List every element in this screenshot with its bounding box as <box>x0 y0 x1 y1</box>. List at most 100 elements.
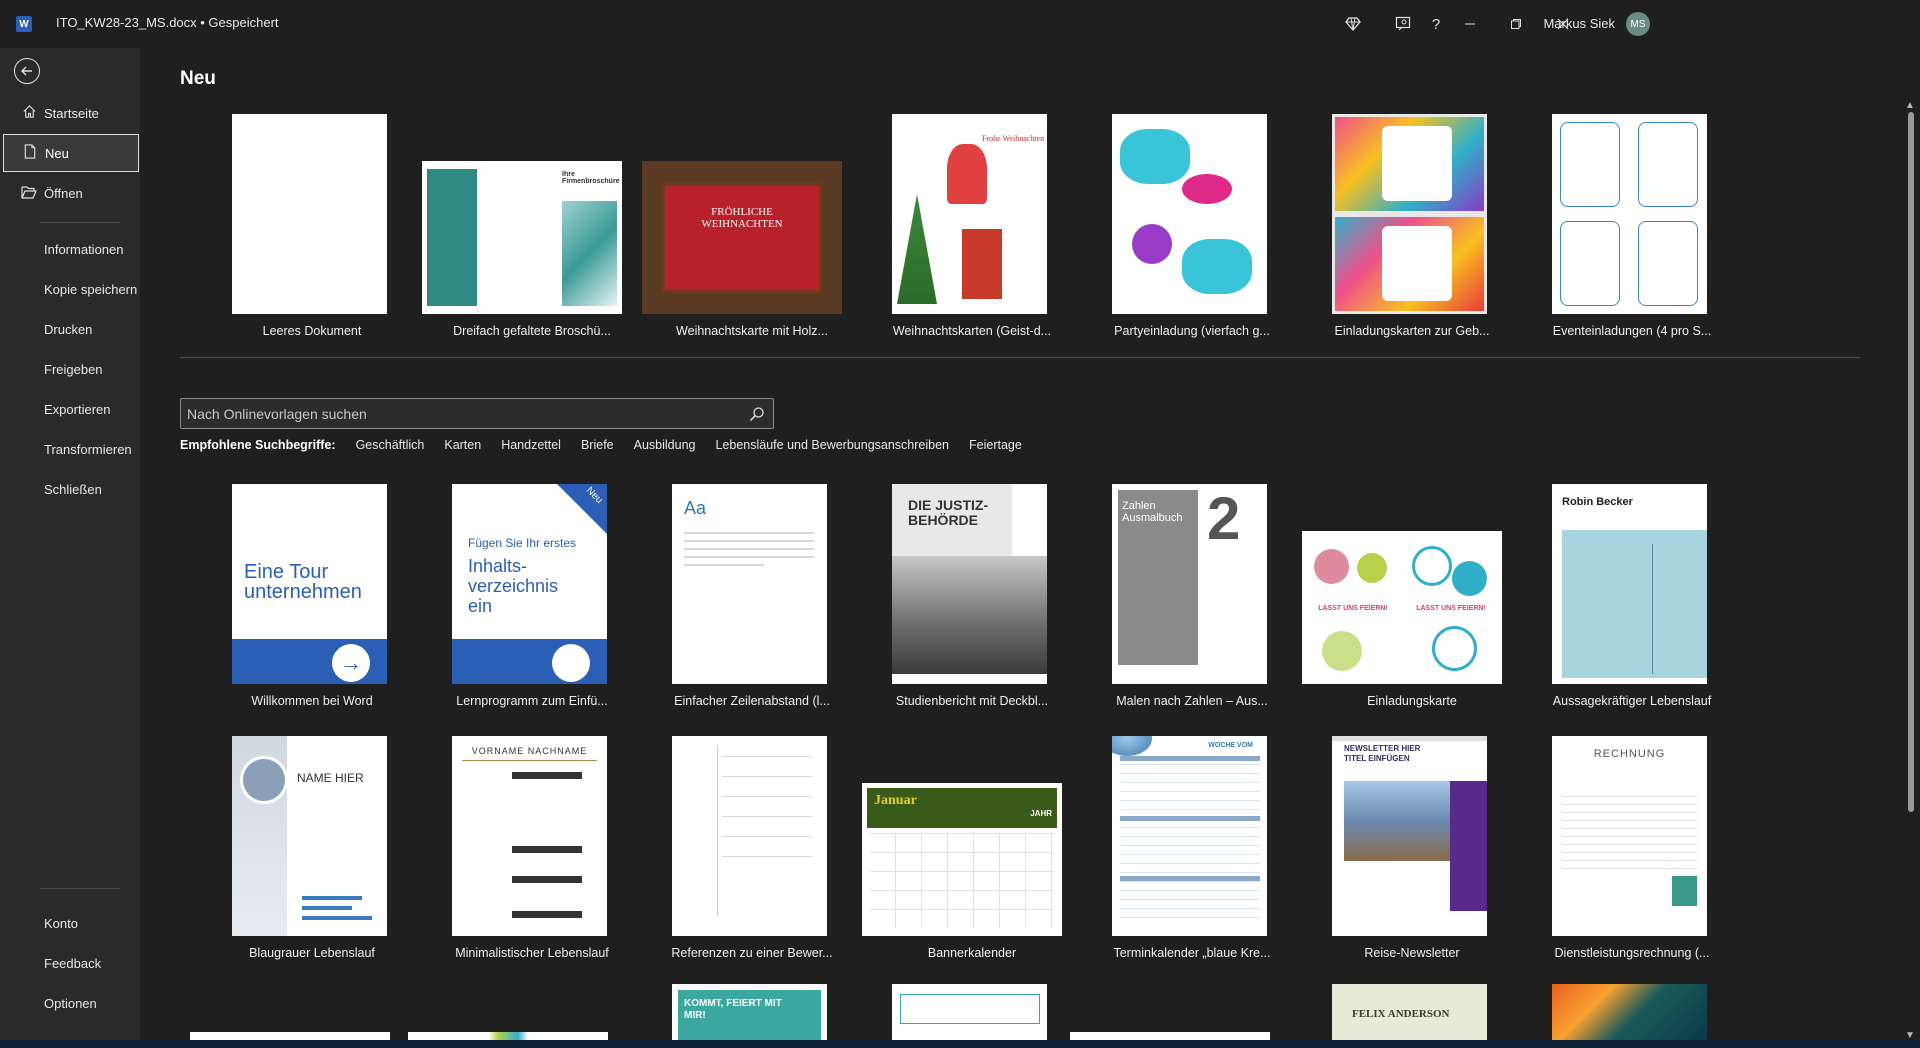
restore-icon[interactable] <box>1504 12 1528 36</box>
nav-item-transformieren[interactable]: Transformieren <box>0 430 140 468</box>
nav-item-konto[interactable]: Konto <box>0 904 140 942</box>
suggested-term[interactable]: Briefe <box>581 438 614 458</box>
template-card-partial[interactable] <box>190 1032 410 1040</box>
suggested-term[interactable]: Karten <box>444 438 481 458</box>
nav-item-oeffnen[interactable]: Öffnen <box>0 174 140 212</box>
minimize-icon[interactable] <box>1458 12 1482 36</box>
user-avatar[interactable]: MS <box>1626 12 1650 36</box>
template-thumbnail: VORNAME NACHNAME <box>452 736 607 936</box>
template-card-references[interactable]: Referenzen zu einer Bewer... <box>642 736 862 966</box>
nav-item-informationen[interactable]: Informationen <box>0 230 140 268</box>
template-card-partial[interactable] <box>1070 1032 1290 1040</box>
template-label: Lernprogramm zum Einfü... <box>456 694 608 708</box>
template-card-banner-calendar[interactable]: Januar JAHR Bannerkalender <box>862 736 1082 966</box>
nav-item-neu[interactable]: Neu <box>3 134 139 172</box>
nav-item-exportieren[interactable]: Exportieren <box>0 390 140 428</box>
template-card-partial[interactable] <box>1522 984 1742 1040</box>
thumb-text: Eine Tour unternehmen <box>244 561 362 603</box>
template-card-christmas-wood[interactable]: FRÖHLICHE WEIHNACHTEN Weihnachtskarte mi… <box>642 114 862 344</box>
main-scrollbar[interactable]: ▲ ▼ <box>1900 100 1920 1048</box>
thumb-text: RECHNUNG <box>1593 748 1666 760</box>
template-thumbnail: KOMMT, FEIERT MIT MIR! <box>672 984 827 1040</box>
template-card-invitation[interactable]: LASST UNS FEIERN! LASST UNS FEIERN! Einl… <box>1302 484 1522 714</box>
template-label: Aussagekräftiger Lebenslauf <box>1552 694 1712 708</box>
template-label: Einladungskarten zur Geb... <box>1334 324 1490 338</box>
nav-item-kopie-speichern[interactable]: Kopie speichern <box>0 270 140 308</box>
template-card-resume-bluegray[interactable]: NAME HIER Blaugrauer Lebenslauf <box>202 736 422 966</box>
template-card-toc-tutorial[interactable]: Fügen Sie Ihr erstes Inhalts-verzeichnis… <box>422 484 642 714</box>
template-label: Minimalistischer Lebenslauf <box>455 946 609 960</box>
template-card-resume-anderson[interactable]: FELIX ANDERSON <box>1302 984 1522 1040</box>
suggested-term[interactable]: Lebensläufe und Bewerbungsanschreiben <box>715 438 949 458</box>
nav-item-startseite[interactable]: Startseite <box>0 94 140 132</box>
thumb-text: Zahlen Ausmalbuch <box>1122 500 1183 524</box>
scroll-thumb[interactable] <box>1908 112 1914 812</box>
template-label: Bannerkalender <box>927 946 1017 960</box>
suggested-term[interactable]: Geschäftlich <box>356 438 425 458</box>
template-card-resume-minimal[interactable]: VORNAME NACHNAME Minimalistischer Lebens… <box>422 736 642 966</box>
nav-item-freigeben[interactable]: Freigeben <box>0 350 140 388</box>
thumb-sub-text: JAHR <box>1030 809 1052 818</box>
template-card-travel-newsletter[interactable]: NEWSLETTER HIER TITEL EINFÜGEN Reise-New… <box>1302 736 1522 966</box>
template-label: Weihnachtskarten (Geist-d... <box>892 324 1052 338</box>
thumb-text: NEWSLETTER HIER TITEL EINFÜGEN <box>1344 744 1421 763</box>
template-thumbnail: Robin Becker <box>1552 484 1707 684</box>
search-icon[interactable] <box>747 404 767 424</box>
template-card-event-invites[interactable]: Eventeinladungen (4 pro S... <box>1522 114 1742 344</box>
help-icon[interactable]: ? <box>1424 12 1448 36</box>
template-thumbnail <box>1112 114 1267 314</box>
template-card-service-invoice[interactable]: RECHNUNG Dienstleistungsrechnung (... <box>1522 736 1742 966</box>
template-label: Dienstleistungsrechnung (... <box>1554 946 1710 960</box>
coauthor-icon[interactable] <box>1391 12 1415 36</box>
template-thumbnail: FELIX ANDERSON <box>1332 984 1487 1040</box>
template-card-welcome[interactable]: Eine Tour unternehmen → Willkommen bei W… <box>202 484 422 714</box>
back-arrow-icon[interactable] <box>14 58 40 84</box>
close-icon[interactable] <box>1551 12 1575 36</box>
nav-item-optionen[interactable]: Optionen <box>0 984 140 1022</box>
thumb-text: DIE JUSTIZ-BEHÖRDE <box>908 497 989 528</box>
template-card-christmas-ghost[interactable]: Frohe Weihnachten Weihnachtskarten (Geis… <box>862 114 1082 344</box>
template-thumbnail: NAME HIER <box>232 736 387 936</box>
template-thumbnail: Aa <box>672 484 827 684</box>
diamond-icon[interactable] <box>1341 12 1365 36</box>
scroll-up-icon[interactable]: ▲ <box>1905 100 1915 111</box>
template-card-study-report[interactable]: DIE JUSTIZ-BEHÖRDE Studienbericht mit De… <box>862 484 1082 714</box>
template-thumbnail <box>1552 114 1707 314</box>
template-label: Studienbericht mit Deckbl... <box>895 694 1049 708</box>
nav-item-label: Öffnen <box>44 185 83 201</box>
thumb-text: FELIX ANDERSON <box>1352 1008 1450 1020</box>
template-search-box[interactable] <box>180 398 774 429</box>
thumb-text: Robin Becker <box>1562 496 1633 508</box>
template-thumbnail: DIE JUSTIZ-BEHÖRDE <box>892 484 1047 684</box>
thumb-big-text: Inhalts-verzeichnis ein <box>468 556 559 616</box>
template-search-input[interactable] <box>181 399 741 428</box>
template-card-blank[interactable]: Leeres Dokument <box>202 114 422 344</box>
template-card-party-flyer[interactable]: KOMMT, FEIERT MIT MIR! <box>642 984 862 1040</box>
template-card-paint-by-numbers[interactable]: Zahlen Ausmalbuch 2 Malen nach Zahlen – … <box>1082 484 1302 714</box>
template-thumbnail <box>892 984 1047 1040</box>
template-card-brochure[interactable]: Ihre Firmenbroschüre Dreifach gefaltete … <box>422 114 642 344</box>
template-card-party[interactable]: Partyeinladung (vierfach g... <box>1082 114 1302 344</box>
template-thumbnail <box>190 1032 390 1040</box>
thumb-text: LASST UNS FEIERN! <box>1318 605 1388 612</box>
nav-item-feedback[interactable]: Feedback <box>0 944 140 982</box>
template-label: Weihnachtskarte mit Holz... <box>676 324 828 338</box>
suggested-term[interactable]: Handzettel <box>501 438 561 458</box>
suggested-searches-label: Empfohlene Suchbegriffe: <box>180 438 336 452</box>
template-thumbnail <box>232 114 387 314</box>
template-card-single-spaced[interactable]: Aa Einfacher Zeilenabstand (l... <box>642 484 862 714</box>
home-icon <box>20 104 38 122</box>
nav-item-drucken[interactable]: Drucken <box>0 310 140 348</box>
page-title: Neu <box>180 68 216 89</box>
template-card-birthday-invites[interactable]: Einladungskarten zur Geb... <box>1302 114 1522 344</box>
thumb-text: Januar <box>874 793 917 808</box>
document-title[interactable]: ITO_KW28-23_MS.docx • Gespeichert <box>56 15 279 30</box>
template-card-appointment-calendar[interactable]: WOCHE VOM Terminkalender „blaue Kre... <box>1082 736 1302 966</box>
nav-item-label: Startseite <box>44 105 99 121</box>
template-card-partial[interactable] <box>862 984 1082 1040</box>
suggested-term[interactable]: Ausbildung <box>634 438 696 458</box>
suggested-term[interactable]: Feiertage <box>969 438 1022 458</box>
template-card-resume-impactful[interactable]: Robin Becker Aussagekräftiger Lebenslauf <box>1522 484 1742 714</box>
template-card-partial[interactable] <box>408 1032 628 1040</box>
nav-item-schliessen[interactable]: Schließen <box>0 470 140 508</box>
